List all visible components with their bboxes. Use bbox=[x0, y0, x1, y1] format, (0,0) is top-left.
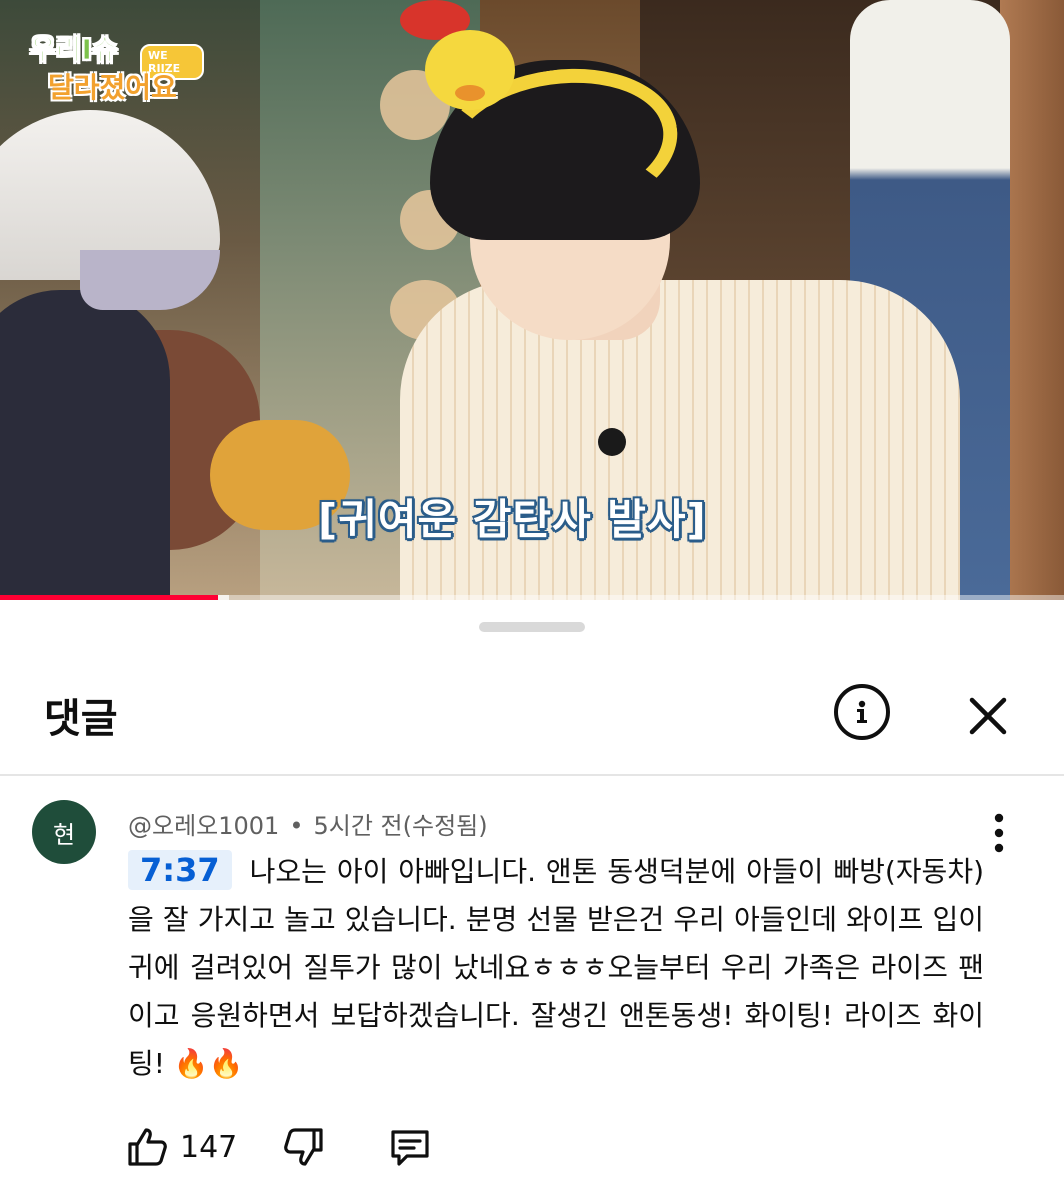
comment-meta: @오레오1001 • 5시간 전(수정됨) bbox=[128, 806, 488, 841]
video-person-shirt bbox=[400, 280, 960, 600]
show-logo-line1: 우리I슈 bbox=[30, 33, 119, 67]
info-button[interactable] bbox=[834, 684, 890, 740]
show-logo-line2: 달라졌어요 bbox=[48, 71, 177, 104]
close-icon bbox=[969, 697, 1007, 735]
comment-actions: 147 bbox=[124, 1122, 433, 1172]
comments-title: 댓글 bbox=[44, 696, 118, 742]
comments-sheet: 댓글 현 @오레오1001 • 5시간 전(수정됨) 7:37 나오는 아이 아빠입니… bbox=[0, 600, 1064, 1200]
like-count: 147 bbox=[180, 1129, 238, 1165]
comment-body: 나오는 아이 아빠입니다. 앤톤 동생덕분에 아들이 빠방(자동차)을 잘 가지… bbox=[128, 855, 984, 1080]
video-subtitle: [귀여운 감탄사 발사] bbox=[318, 495, 707, 544]
video-player[interactable]: 우리I슈 WE RIIZE 달라졌어요 [귀여운 감탄사 발사] bbox=[0, 0, 1064, 600]
comment-author[interactable]: @오레오1001 bbox=[128, 812, 279, 840]
video-child bbox=[0, 290, 170, 600]
reply-icon[interactable] bbox=[387, 1124, 433, 1170]
more-options-button[interactable] bbox=[984, 812, 1014, 856]
thumbs-down-icon[interactable] bbox=[281, 1124, 327, 1170]
fire-emoji: 🔥🔥 bbox=[173, 1047, 244, 1080]
timestamp-link[interactable]: 7:37 bbox=[128, 850, 232, 890]
meta-separator: • bbox=[289, 812, 304, 840]
header-divider bbox=[0, 774, 1064, 776]
avatar[interactable]: 현 bbox=[32, 800, 96, 864]
more-vertical-icon bbox=[994, 813, 1004, 853]
comment-time: 5시간 전(수정됨) bbox=[313, 812, 488, 840]
comment-text: 7:37 나오는 아이 아빠입니다. 앤톤 동생덕분에 아들이 빠방(자동차)을 … bbox=[128, 848, 984, 1088]
video-duck-bill bbox=[455, 85, 485, 101]
drag-handle[interactable] bbox=[479, 622, 585, 632]
info-icon bbox=[857, 700, 867, 723]
thumbs-up-icon[interactable] bbox=[124, 1124, 170, 1170]
close-button[interactable] bbox=[960, 688, 1016, 744]
show-logo: 우리I슈 WE RIIZE 달라졌어요 bbox=[24, 26, 204, 108]
video-mic bbox=[598, 428, 626, 456]
